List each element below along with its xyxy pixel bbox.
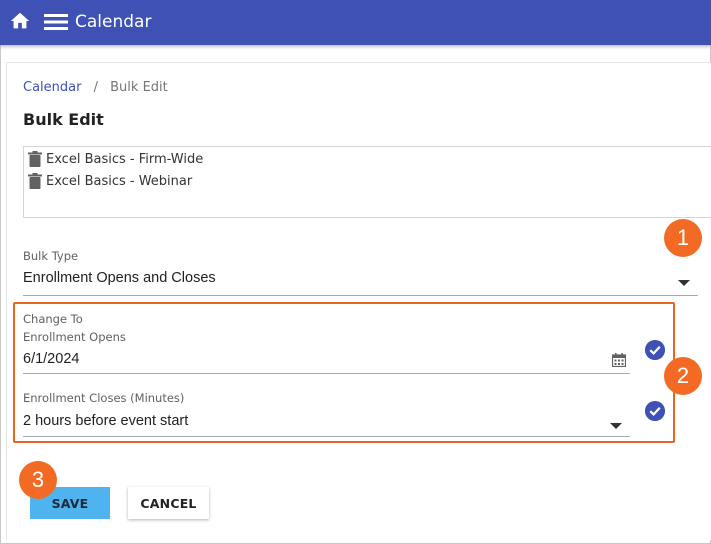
content-panel — [6, 62, 711, 540]
list-item: Excel Basics - Webinar — [28, 172, 192, 190]
callout-3: 3 — [19, 461, 57, 499]
enrollment-closes-underline — [23, 436, 630, 437]
cancel-button[interactable]: CANCEL — [128, 487, 209, 519]
enrollment-opens-field[interactable]: 6/1/2024 — [23, 347, 630, 374]
breadcrumb-separator: / — [93, 80, 98, 95]
enrollment-closes-label: Enrollment Closes (Minutes) — [23, 391, 185, 405]
list-item-label: Excel Basics - Webinar — [46, 173, 193, 189]
enrollment-closes-value: 2 hours before event start — [23, 413, 189, 429]
bulk-type-label: Bulk Type — [23, 249, 79, 263]
trash-icon[interactable] — [28, 151, 42, 167]
calendar-icon[interactable] — [612, 353, 626, 367]
home-icon[interactable] — [9, 10, 31, 32]
check-circle-icon[interactable] — [645, 340, 665, 360]
app-title: Calendar — [75, 12, 152, 32]
bulk-type-underline — [23, 295, 698, 296]
dropdown-arrow-icon — [610, 423, 622, 429]
dropdown-arrow-icon — [678, 280, 690, 286]
selected-items-list: Excel Basics - Firm-Wide Excel Basics - … — [23, 146, 711, 218]
check-circle-icon[interactable] — [645, 401, 665, 421]
list-item-label: Excel Basics - Firm-Wide — [46, 151, 204, 167]
list-item: Excel Basics - Firm-Wide — [28, 150, 203, 168]
enrollment-opens-underline — [23, 373, 630, 374]
hamburger-menu-icon[interactable] — [44, 12, 68, 32]
app-bar: Calendar — [0, 0, 711, 45]
callout-1: 1 — [664, 219, 702, 257]
breadcrumb-link-calendar[interactable]: Calendar — [23, 80, 81, 95]
callout-2: 2 — [664, 357, 702, 395]
trash-icon[interactable] — [28, 173, 42, 189]
change-to-label: Change To — [23, 312, 83, 326]
page-title: Bulk Edit — [23, 110, 104, 129]
breadcrumb-current: Bulk Edit — [110, 80, 168, 95]
breadcrumb: Calendar / Bulk Edit — [23, 80, 168, 95]
enrollment-opens-value: 6/1/2024 — [23, 351, 80, 367]
bulk-type-value: Enrollment Opens and Closes — [23, 270, 216, 286]
bulk-type-select[interactable]: Enrollment Opens and Closes — [23, 266, 698, 296]
enrollment-closes-select[interactable]: 2 hours before event start — [23, 408, 630, 437]
enrollment-opens-label: Enrollment Opens — [23, 330, 126, 344]
